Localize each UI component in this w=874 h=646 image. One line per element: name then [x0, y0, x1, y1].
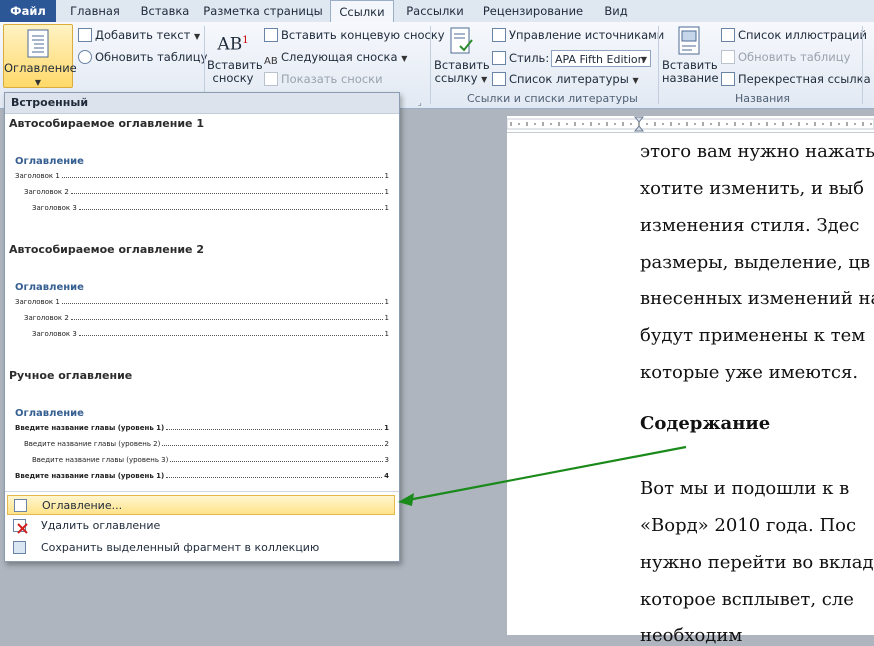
group-label-captions: Названия: [735, 92, 791, 105]
document-page[interactable]: этого вам нужно нажать хотите изменить, …: [507, 133, 874, 646]
toc-preview-line: Заголовок 11: [15, 172, 389, 180]
doc-line: внесенных изменений на: [640, 288, 874, 309]
style-icon: [492, 51, 506, 65]
toc-button-label: Оглавление ▼: [4, 61, 77, 88]
refresh-icon: [78, 50, 92, 64]
cross-reference-icon: [721, 72, 735, 86]
gallery-item-title: Ручное оглавление: [9, 369, 133, 382]
manage-sources-button[interactable]: Управление источниками: [492, 26, 664, 44]
doc-line: будут применены к тем: [640, 325, 866, 346]
toc-preview-line: Заголовок 31: [32, 204, 389, 212]
update-table2-button[interactable]: Обновить таблицу: [721, 48, 850, 66]
tab-view[interactable]: Вид: [596, 0, 636, 22]
toc-preview-line: Заголовок 31: [32, 330, 389, 338]
toc-gallery-item-auto1[interactable]: Автособираемое оглавление 1 Оглавление З…: [5, 114, 399, 232]
group-separator: [430, 26, 431, 104]
doc-line: которые уже имеются.: [640, 362, 859, 383]
update-table-button[interactable]: Обновить таблицу: [78, 48, 207, 66]
menu-item-remove-toc[interactable]: Удалить оглавление: [7, 516, 395, 536]
tab-home[interactable]: Главная: [60, 0, 130, 22]
insert-footnote-button[interactable]: AB1 Вставить сноску: [207, 26, 263, 88]
gallery-item-title: Автособираемое оглавление 1: [9, 117, 204, 130]
doc-line: Вот мы и подошли к в: [640, 478, 850, 499]
menu-item-save-selection[interactable]: Сохранить выделенный фрагмент в коллекци…: [7, 538, 395, 558]
bibliography-button[interactable]: Список литературы ▼: [492, 70, 639, 88]
caption-icon: [676, 26, 702, 56]
citation-icon: [448, 26, 474, 56]
toc-preview-line: Введите название главы (уровень 1) 4: [15, 472, 389, 480]
footnotes-dialog-launcher[interactable]: ⌟: [418, 94, 422, 112]
toc-preview-line: Заголовок 21: [24, 314, 389, 322]
menu-item-toc-dialog[interactable]: Оглавление...: [7, 495, 395, 515]
doc-line: нужно перейти во вкладк: [640, 552, 874, 573]
endnote-icon: [264, 28, 278, 42]
toc-preview-line: Введите название главы (уровень 2) 2: [24, 440, 389, 448]
insert-citation-button[interactable]: Вставить ссылку ▼: [434, 26, 490, 88]
doc-line: которое всплывет, сле: [640, 589, 854, 610]
next-footnote-button[interactable]: AB Следующая сноска ▼: [264, 48, 407, 67]
toc-gallery-item-auto2[interactable]: Автособираемое оглавление 2 Оглавление З…: [5, 240, 399, 358]
toc-button[interactable]: Оглавление ▼: [3, 24, 77, 88]
tab-page-layout[interactable]: Разметка страницы: [200, 0, 326, 22]
toc-preview-heading: Оглавление: [15, 408, 84, 419]
toc-preview-line: Введите название главы (уровень 3) 3: [32, 456, 389, 464]
remove-toc-icon: [13, 519, 28, 534]
bibliography-icon: [492, 72, 506, 86]
toc-preview-line: Заголовок 21: [24, 188, 389, 196]
doc-line: хотите изменить, и выб: [640, 178, 864, 199]
ribbon-tab-bar: Файл Главная Вставка Разметка страницы С…: [0, 0, 874, 23]
chevron-down-icon: ▼: [640, 55, 647, 64]
toc-preview-line: Заголовок 11: [15, 298, 389, 306]
list-illustrations-button[interactable]: Список иллюстраций: [721, 26, 867, 44]
toc-dropdown-menu: Встроенный Автособираемое оглавление 1 О…: [4, 92, 400, 562]
toc-preview-heading: Оглавление: [15, 282, 84, 293]
add-text-button[interactable]: Добавить текст ▼: [78, 26, 200, 44]
toc-icon: [25, 29, 51, 59]
list-illustrations-icon: [721, 28, 735, 42]
toc-icon: [14, 499, 27, 512]
doc-line: размеры, выделение, цв: [640, 252, 871, 273]
tab-references[interactable]: Ссылки: [330, 0, 394, 23]
doc-line: этого вам нужно нажать: [640, 141, 874, 162]
tab-review[interactable]: Рецензирование: [476, 0, 590, 22]
menu-section-header: Встроенный: [5, 93, 399, 114]
group-label-citations: Ссылки и списки литературы: [467, 92, 638, 105]
style-label: Стиль:: [492, 49, 549, 67]
menu-separator: [5, 491, 399, 492]
insert-caption-button[interactable]: Вставить название: [662, 26, 719, 88]
cross-reference-button[interactable]: Перекрестная ссылка: [721, 70, 871, 88]
horizontal-ruler[interactable]: [506, 116, 874, 133]
doc-line: изменения стиля. Здес: [640, 215, 860, 236]
toc-preview-line: Введите название главы (уровень 1) 1: [15, 424, 389, 432]
citation-style-select[interactable]: APA Fifth Edition ▼: [551, 50, 651, 67]
insert-endnote-button[interactable]: Вставить концевую сноску: [264, 26, 445, 44]
show-notes-button[interactable]: Показать сноски: [264, 70, 383, 88]
tab-mailings[interactable]: Рассылки: [398, 0, 472, 22]
gallery-item-title: Автособираемое оглавление 2: [9, 243, 204, 256]
ruler-ticks: [506, 116, 874, 132]
group-separator: [862, 26, 863, 104]
tab-file[interactable]: Файл: [0, 0, 56, 22]
group-separator: [658, 26, 659, 104]
doc-line: «Ворд» 2010 года. Пос: [640, 515, 857, 536]
next-footnote-icon: AB: [264, 56, 278, 67]
toc-preview-heading: Оглавление: [15, 156, 84, 167]
doc-line: необходим: [640, 625, 743, 646]
refresh-icon: [721, 50, 735, 64]
tab-insert[interactable]: Вставка: [134, 0, 196, 22]
show-notes-icon: [264, 72, 278, 86]
manage-sources-icon: [492, 28, 506, 42]
save-toc-icon: [13, 541, 26, 554]
footnote-icon: AB1: [217, 34, 249, 55]
insert-citation-label2: ссылку ▼: [434, 71, 488, 85]
doc-heading: Содержание: [640, 413, 771, 434]
toc-gallery-item-manual[interactable]: Ручное оглавление Оглавление Введите наз…: [5, 366, 399, 488]
add-text-icon: [78, 28, 92, 42]
